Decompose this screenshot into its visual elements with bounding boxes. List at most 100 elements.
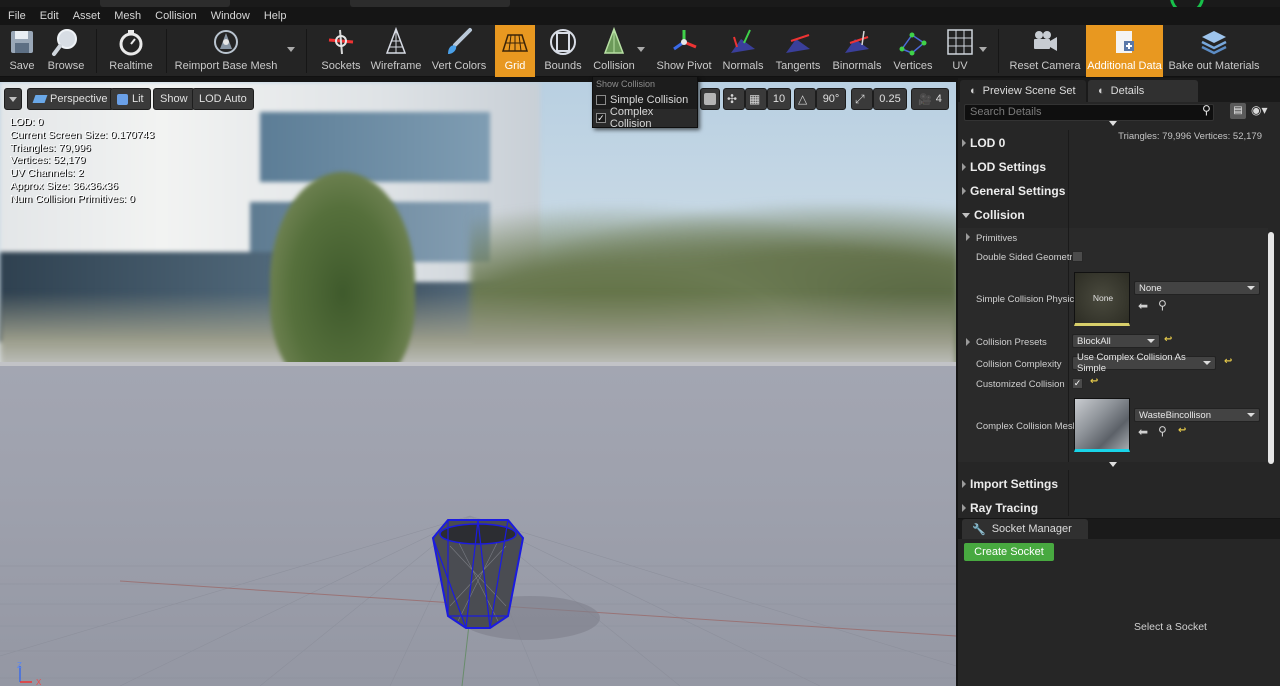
transform-mode-button[interactable]: ✣ xyxy=(723,88,745,110)
menu-collision[interactable]: Collision xyxy=(155,10,197,22)
menu-file[interactable]: File xyxy=(8,10,26,22)
collision-presets-combo[interactable]: BlockAll xyxy=(1072,334,1160,348)
bounds-button[interactable]: Bounds xyxy=(543,25,583,77)
show-pivot-button[interactable]: Show Pivot xyxy=(656,25,712,77)
uv-button[interactable]: UV xyxy=(942,25,978,77)
reset-to-default-icon[interactable]: ↩ xyxy=(1224,356,1232,367)
vert-colors-button[interactable]: Vert Colors xyxy=(432,25,486,77)
rotation-snap-value[interactable]: 90° xyxy=(816,88,846,110)
simple-collision-checkbox[interactable] xyxy=(596,95,606,105)
search-icon[interactable]: ⚲ xyxy=(1202,103,1211,117)
additional-data-button[interactable]: Additional Data xyxy=(1086,25,1163,77)
grid-button[interactable]: Grid xyxy=(495,25,535,77)
complex-collision-mesh-combo[interactable]: WasteBincollison xyxy=(1134,408,1260,422)
axis-gizmo: Z X xyxy=(17,662,42,686)
reset-to-default-icon[interactable]: ↩ xyxy=(1178,425,1186,436)
collapse-arrow-icon[interactable] xyxy=(1109,121,1117,126)
physical-material-thumbnail[interactable]: None xyxy=(1074,272,1130,326)
collision-presets-label: Collision Presets xyxy=(976,337,1047,348)
rotation-snap-toggle[interactable]: △ xyxy=(794,88,816,110)
browse-button[interactable]: Browse xyxy=(44,25,88,77)
save-button[interactable]: Save xyxy=(4,25,40,77)
lit-button[interactable]: Lit xyxy=(110,88,151,110)
category-general-settings[interactable]: General Settings xyxy=(962,180,1065,202)
category-ray-tracing[interactable]: Ray Tracing xyxy=(962,497,1038,519)
browse-search-icon[interactable]: ⚲ xyxy=(1158,298,1167,312)
show-collision-menu: Show Collision Simple Collision ✓ Comple… xyxy=(592,76,698,130)
menu-mesh[interactable]: Mesh xyxy=(114,10,141,22)
collapse-arrow-icon xyxy=(962,212,970,218)
stat-lod: LOD: 0 xyxy=(10,116,44,128)
category-lod0[interactable]: LOD 0 xyxy=(962,132,1005,154)
lod-auto-button[interactable]: LOD Auto xyxy=(192,88,254,110)
property-matrix-icon[interactable]: ▤ xyxy=(1230,103,1246,119)
bake-out-materials-button[interactable]: Bake out Materials xyxy=(1168,25,1260,77)
realtime-button[interactable]: Realtime xyxy=(108,25,154,77)
expand-arrow-icon[interactable] xyxy=(966,338,970,346)
browse-search-icon[interactable]: ⚲ xyxy=(1158,424,1167,438)
search-details-input[interactable]: Search Details xyxy=(964,104,1214,121)
waste-bin-mesh[interactable] xyxy=(428,516,528,636)
tangents-button[interactable]: Tangents xyxy=(774,25,822,77)
toolbar-separator xyxy=(166,29,167,73)
wireframe-button[interactable]: Wireframe xyxy=(371,25,421,77)
tab-socket-manager[interactable]: 🔧 Socket Manager xyxy=(962,519,1088,539)
reset-to-default-icon[interactable]: ↩ xyxy=(1164,334,1172,345)
complex-collision-checkbox[interactable]: ✓ xyxy=(596,113,606,123)
collision-mesh-thumbnail[interactable] xyxy=(1074,398,1130,452)
reset-camera-button[interactable]: Reset Camera xyxy=(1010,25,1080,77)
perspective-button[interactable]: Perspective xyxy=(27,88,115,110)
sockets-button[interactable]: Sockets xyxy=(320,25,362,77)
uv-dropdown-arrow[interactable] xyxy=(979,47,987,52)
binormals-button[interactable]: Binormals xyxy=(830,25,884,77)
details-scrollbar[interactable] xyxy=(1268,232,1274,464)
create-socket-button[interactable]: Create Socket xyxy=(964,543,1054,561)
translate-icon: ✣ xyxy=(727,92,738,106)
reimport-base-mesh-button[interactable]: Reimport Base Mesh xyxy=(175,25,277,77)
camera-speed-icon: 🎥 xyxy=(918,93,932,106)
reset-to-default-icon[interactable]: ↩ xyxy=(1090,376,1098,387)
reimport-dropdown-arrow[interactable] xyxy=(287,47,295,52)
physical-material-combo[interactable]: None xyxy=(1134,281,1260,295)
mesh-viewport[interactable]: Perspective Lit Show LOD Auto ✣ ▦ 10 △ 9… xyxy=(0,82,956,686)
tab-preview-scene-set[interactable]: ◐ Preview Scene Set xyxy=(960,80,1086,102)
menu-asset[interactable]: Asset xyxy=(73,10,101,22)
expand-arrow-icon[interactable] xyxy=(966,233,970,241)
double-sided-geometry-checkbox[interactable] xyxy=(1072,251,1083,262)
category-collision[interactable]: Collision xyxy=(962,204,1025,226)
normals-button[interactable]: Normals xyxy=(720,25,766,77)
pivot-icon xyxy=(669,27,699,57)
customized-collision-checkbox[interactable]: ✓ xyxy=(1072,378,1083,389)
category-lod-settings[interactable]: LOD Settings xyxy=(962,156,1046,178)
menu-window[interactable]: Window xyxy=(211,10,250,22)
surface-snap-button[interactable] xyxy=(700,88,720,110)
menu-edit[interactable]: Edit xyxy=(40,10,59,22)
customized-collision-label: Customized Collision xyxy=(976,379,1065,390)
viewport-options-button[interactable] xyxy=(4,88,22,110)
scale-snap-value[interactable]: 0.25 xyxy=(873,88,907,110)
use-selected-arrow-icon[interactable]: ⬅ xyxy=(1138,425,1148,439)
menu-help[interactable]: Help xyxy=(264,10,287,22)
complex-collision-option[interactable]: ✓ Complex Collision xyxy=(593,106,697,130)
layers-icon xyxy=(1199,27,1229,57)
category-import-settings[interactable]: Import Settings xyxy=(962,473,1058,495)
collision-properties: Primitives Double Sided Geometry Simple … xyxy=(958,228,1268,462)
collision-complexity-combo[interactable]: Use Complex Collision As Simple xyxy=(1072,352,1216,374)
scene-icon: ◐ xyxy=(970,85,977,97)
tab-details[interactable]: ◐ Details xyxy=(1088,80,1198,102)
document-tab[interactable] xyxy=(350,0,510,7)
expand-more-arrow-icon[interactable] xyxy=(1109,462,1117,467)
show-button[interactable]: Show xyxy=(153,88,195,110)
document-tab[interactable] xyxy=(100,0,230,7)
grid-snap-value[interactable]: 10 xyxy=(767,88,791,110)
scale-snap-toggle[interactable]: ⤢ xyxy=(851,88,873,110)
camera-icon xyxy=(1030,27,1060,57)
collision-dropdown-arrow[interactable] xyxy=(637,47,645,52)
eye-icon[interactable]: ◉▾ xyxy=(1251,103,1268,117)
panel-tabs: ◐ Preview Scene Set ◐ Details xyxy=(958,78,1280,102)
collision-button[interactable]: Collision xyxy=(592,25,636,77)
use-selected-arrow-icon[interactable]: ⬅ xyxy=(1138,299,1148,313)
camera-speed-button[interactable]: 🎥 4 xyxy=(911,88,949,110)
vertices-button[interactable]: Vertices xyxy=(892,25,934,77)
grid-snap-toggle[interactable]: ▦ xyxy=(745,88,767,110)
